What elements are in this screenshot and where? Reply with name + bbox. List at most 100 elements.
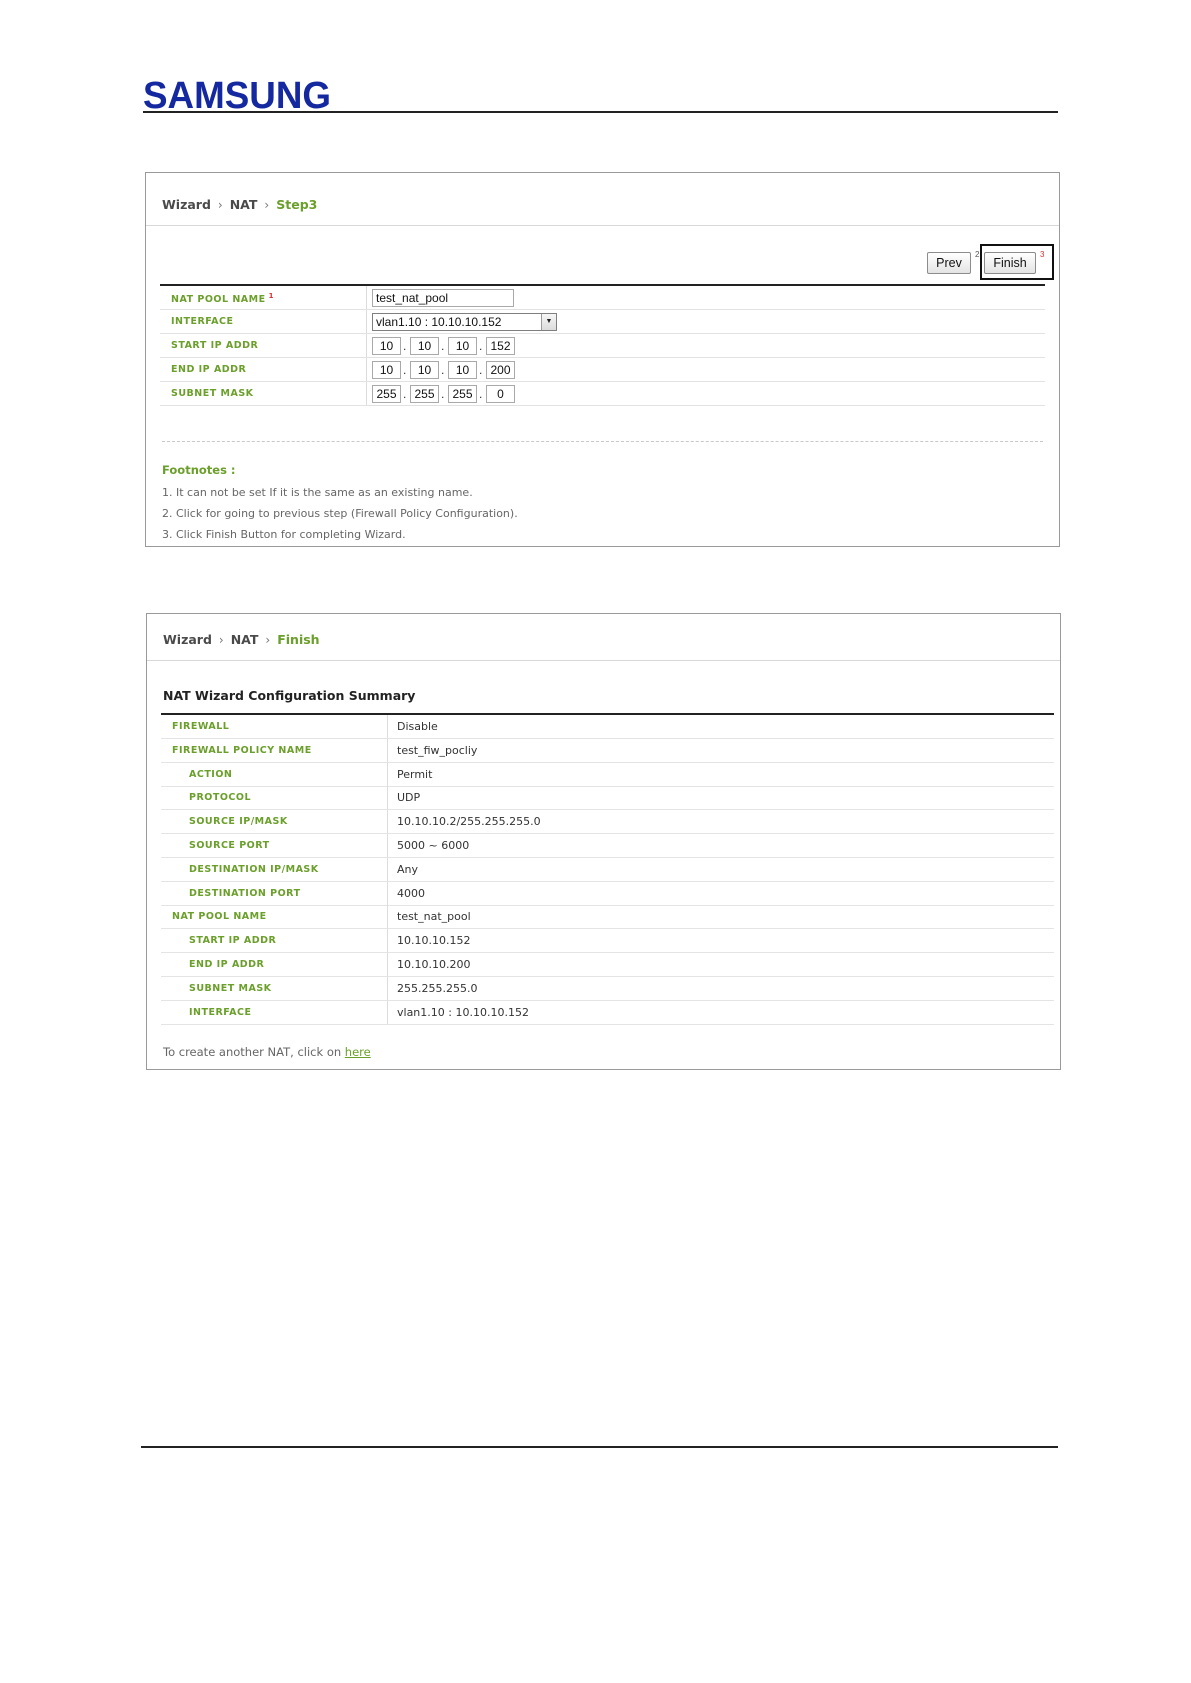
start-ip-octet-3[interactable]: 10 — [448, 337, 477, 355]
summary-value: Permit — [397, 767, 433, 781]
summary-row: DESTINATION PORT 4000 — [161, 881, 1054, 906]
footnote-2: 2. Click for going to previous step (Fir… — [162, 507, 518, 520]
summary-value: Disable — [397, 720, 438, 733]
summary-row: INTERFACE vlan1.10 : 10.10.10.152 — [161, 1000, 1054, 1025]
ip-dot: . — [403, 339, 407, 353]
breadcrumb-nat[interactable]: NAT — [231, 632, 259, 647]
summary-row: NAT POOL NAME test_nat_pool — [161, 905, 1054, 930]
summary-value: UDP — [397, 791, 421, 805]
ip-dot: . — [441, 387, 445, 401]
breadcrumb-divider — [146, 225, 1059, 226]
breadcrumb-divider — [147, 660, 1060, 661]
summary-row: ACTION Permit — [161, 762, 1054, 787]
summary-title: NAT Wizard Configuration Summary — [163, 688, 416, 703]
footnotes-title: Footnotes : — [162, 463, 236, 477]
breadcrumb-chevron-icon: › — [265, 633, 271, 647]
breadcrumb: Wizard › NAT › Finish — [163, 632, 320, 647]
summary-label: FIREWALL — [172, 721, 230, 732]
summary-value: test_fiw_pocliy — [397, 743, 478, 757]
form-row-subnet-mask: SUBNET MASK 255 . 255 . 255 . 0 — [160, 382, 1045, 406]
prev-button[interactable]: Prev — [927, 252, 971, 274]
ip-dot: . — [403, 387, 407, 401]
ip-dot: . — [479, 339, 483, 353]
end-ip-octet-3[interactable]: 10 — [448, 361, 477, 379]
field-label: SUBNET MASK — [171, 388, 254, 399]
summary-value: 5000 ~ 6000 — [397, 839, 470, 852]
summary-label: END IP ADDR — [189, 959, 265, 970]
dropdown-arrow-icon[interactable]: ▼ — [541, 314, 556, 330]
summary-label: DESTINATION IP/MASK — [189, 863, 319, 875]
end-ip-octet-4[interactable]: 200 — [486, 361, 515, 379]
form-row-start-ip: START IP ADDR 10 . 10 . 10 . 152 — [160, 334, 1045, 358]
summary-row: PROTOCOL UDP — [161, 786, 1054, 811]
summary-label: NAT POOL NAME — [172, 911, 267, 923]
summary-row: SOURCE IP/MASK 10.10.10.2/255.255.255.0 — [161, 810, 1054, 835]
summary-label: START IP ADDR — [189, 935, 277, 947]
svg-text:SAMSUNG: SAMSUNG — [143, 75, 331, 114]
field-label: START IP ADDR — [171, 340, 259, 351]
create-another-text: To create another NAT, click on here — [163, 1045, 371, 1059]
summary-row: FIREWALL POLICY NAME test_fiw_pocliy — [161, 738, 1054, 763]
form-row-interface: INTERFACE vlan1.10 : 10.10.10.152 ▼ — [160, 310, 1045, 334]
breadcrumb-current: Finish — [277, 632, 320, 647]
end-ip-octet-2[interactable]: 10 — [410, 361, 439, 379]
summary-label: ACTION — [189, 768, 233, 780]
field-label: END IP ADDR — [171, 364, 247, 375]
summary-label: PROTOCOL — [189, 792, 252, 804]
summary-label: FIREWALL POLICY NAME — [172, 744, 312, 756]
summary-value: 255.255.255.0 — [397, 981, 478, 995]
start-ip-octet-4[interactable]: 152 — [486, 337, 515, 355]
samsung-logo: SAMSUNG — [143, 75, 331, 114]
summary-label: SOURCE PORT — [189, 840, 270, 851]
end-ip-octet-1[interactable]: 10 — [372, 361, 401, 379]
breadcrumb-current: Step3 — [276, 197, 318, 212]
summary-label: DESTINATION PORT — [189, 887, 301, 899]
breadcrumb-chevron-icon: › — [264, 198, 270, 212]
form-row-nat-pool-name: NAT POOL NAME 1 test_nat_pool — [160, 286, 1045, 310]
summary-row: SUBNET MASK 255.255.255.0 — [161, 976, 1054, 1001]
field-label: NAT POOL NAME 1 — [171, 292, 274, 306]
footnote-marker: 1 — [268, 292, 274, 300]
subnet-octet-1[interactable]: 255 — [372, 385, 401, 403]
breadcrumb-chevron-icon: › — [218, 633, 224, 647]
wizard-finish-panel: Wizard › NAT › Finish NAT Wizard Configurati… — [146, 613, 1061, 1070]
finish-button[interactable]: Finish — [984, 252, 1036, 274]
summary-value: 10.10.10.200 — [397, 958, 471, 971]
breadcrumb: Wizard › NAT › Step3 — [162, 197, 317, 212]
ip-dot: . — [441, 363, 445, 377]
summary-label: SOURCE IP/MASK — [189, 816, 288, 828]
header-rule — [143, 111, 1058, 113]
breadcrumb-wizard[interactable]: Wizard — [162, 197, 211, 212]
start-ip-octet-1[interactable]: 10 — [372, 337, 401, 355]
summary-value: test_nat_pool — [397, 910, 471, 924]
prev-footnote-marker: 2 — [975, 250, 980, 259]
summary-row: END IP ADDR 10.10.10.200 — [161, 953, 1054, 977]
footer-rule — [141, 1446, 1058, 1448]
subnet-octet-2[interactable]: 255 — [410, 385, 439, 403]
summary-value: 10.10.10.152 — [397, 934, 471, 948]
finish-footnote-marker: 3 — [1040, 250, 1045, 259]
subnet-octet-4[interactable]: 0 — [486, 385, 515, 403]
here-link[interactable]: here — [345, 1045, 371, 1059]
subnet-octet-3[interactable]: 255 — [448, 385, 477, 403]
start-ip-octet-2[interactable]: 10 — [410, 337, 439, 355]
summary-value: 10.10.10.2/255.255.255.0 — [397, 815, 541, 829]
breadcrumb-nat[interactable]: NAT — [230, 197, 258, 212]
interface-select-value: vlan1.10 : 10.10.10.152 — [376, 315, 502, 329]
summary-value: vlan1.10 : 10.10.10.152 — [397, 1005, 529, 1019]
ip-dot: . — [403, 363, 407, 377]
summary-label: INTERFACE — [189, 1006, 252, 1018]
footnotes-divider — [162, 441, 1043, 442]
breadcrumb-wizard[interactable]: Wizard — [163, 632, 212, 647]
interface-select[interactable]: vlan1.10 : 10.10.10.152 ▼ — [372, 313, 557, 331]
summary-row: START IP ADDR 10.10.10.152 — [161, 929, 1054, 954]
field-label: INTERFACE — [171, 316, 234, 327]
summary-value: Any — [397, 862, 419, 876]
summary-row: FIREWALL Disable — [161, 715, 1054, 739]
summary-label: SUBNET MASK — [189, 982, 272, 994]
footnote-3: 3. Click Finish Button for completing Wi… — [162, 528, 406, 541]
summary-row: DESTINATION IP/MASK Any — [161, 857, 1054, 882]
wizard-step3-panel: Wizard › NAT › Step3 Prev 2 Finish 3 NAT POO… — [145, 172, 1060, 547]
nat-pool-name-input[interactable]: test_nat_pool — [372, 289, 514, 307]
ip-dot: . — [479, 387, 483, 401]
